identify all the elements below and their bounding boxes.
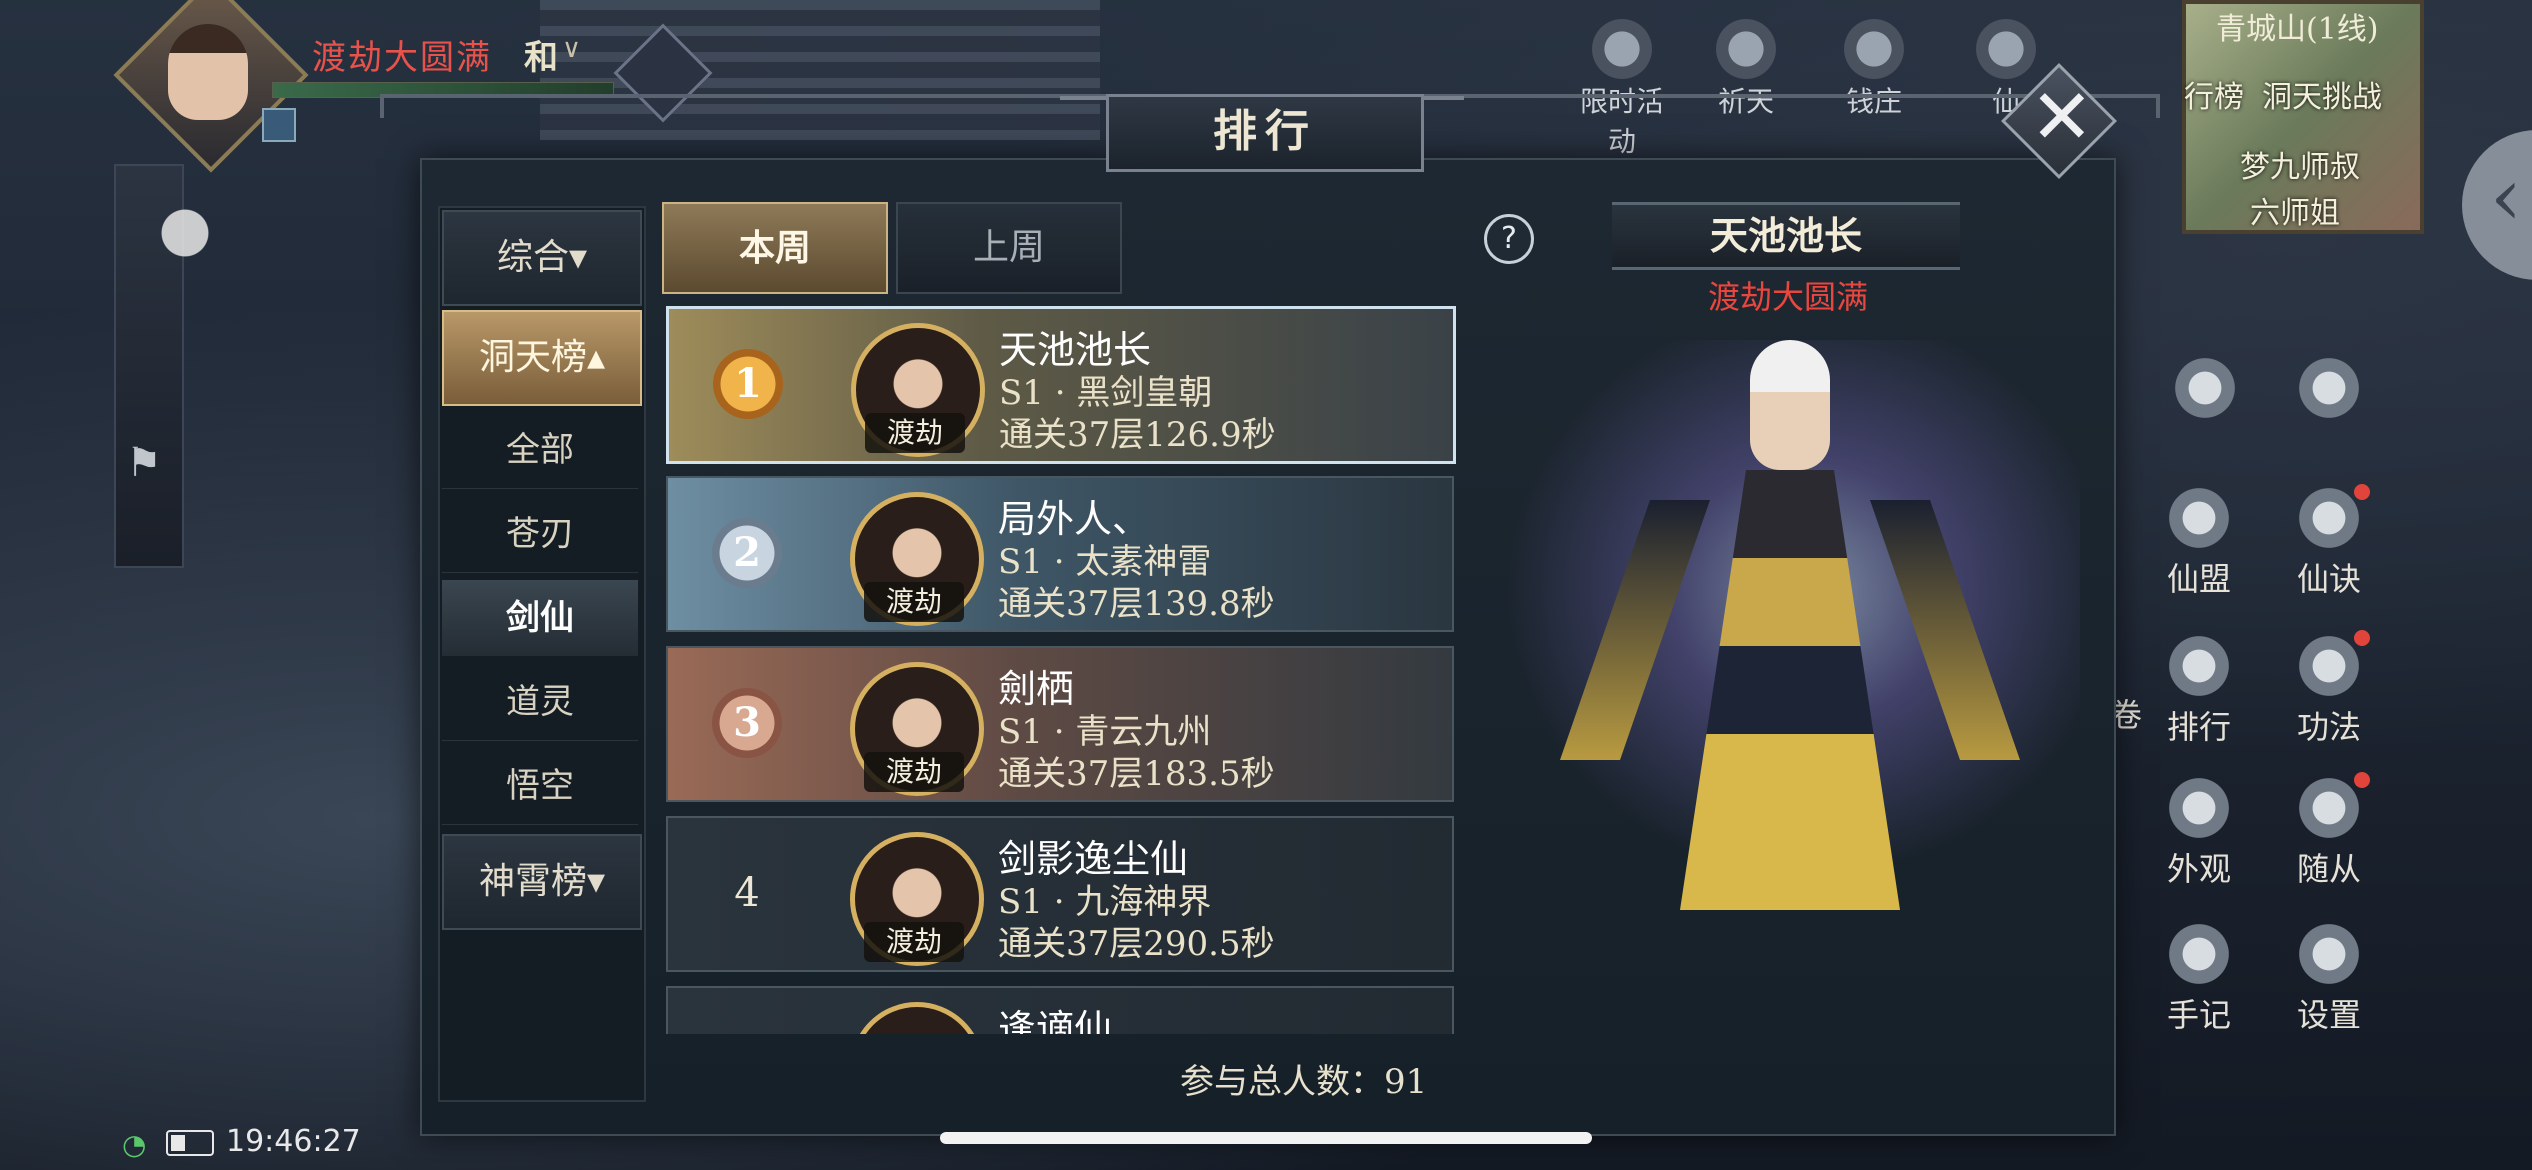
buff-icon[interactable] <box>262 108 296 142</box>
sub-category-wukong[interactable]: 悟空 <box>442 748 638 825</box>
minimap-label[interactable]: 行榜 <box>2184 72 2244 116</box>
chevron-left-icon[interactable]: ‹ <box>2490 150 2522 243</box>
realm-tag: 渡劫 <box>864 922 964 962</box>
player-score: 通关37层126.9秒 <box>999 415 1276 455</box>
pk-mode-dropdown-icon[interactable]: ∨ <box>562 34 581 64</box>
home-indicator[interactable] <box>940 1132 1592 1144</box>
pk-mode[interactable]: 和 <box>524 30 558 79</box>
cultivate-icon <box>2291 350 2367 426</box>
sub-category-jianxian[interactable]: 剑仙 <box>442 580 638 656</box>
journal-icon <box>2161 916 2237 992</box>
player-score: 通关37层139.8秒 <box>998 584 1275 624</box>
ranking-list[interactable]: 1 渡劫 天池池长 S1 · 黑剑皇朝 通关37层126.9秒 2 渡劫 局外人… <box>662 306 1460 1034</box>
participant-count-label: 参与总人数： <box>1180 1062 1384 1102</box>
guild-icon <box>2161 480 2237 556</box>
chevron-up-icon: ▴ <box>586 337 606 378</box>
limited-event-icon <box>1587 14 1657 84</box>
minimap-title[interactable]: 青城山(1线) <box>2216 4 2379 48</box>
flag-icon[interactable]: ⚑ <box>126 440 162 486</box>
minimap-label[interactable]: 洞天挑战 <box>2262 72 2382 116</box>
player-portrait[interactable] <box>850 1002 984 1034</box>
character-head <box>1750 340 1830 470</box>
technique-button[interactable]: 功法 <box>2274 628 2384 748</box>
journal-button[interactable]: 手记 <box>2144 916 2254 1036</box>
category-dongtian-button[interactable]: 洞天榜▴ <box>442 310 642 406</box>
close-icon[interactable]: ✕ <box>2030 72 2094 161</box>
realm-tag: 渡劫 <box>864 752 964 792</box>
chevron-down-icon: ▾ <box>586 861 606 902</box>
player-score: 通关37层183.5秒 <box>998 754 1275 794</box>
ranking-label: 排行 <box>2166 708 2231 746</box>
minimap-label[interactable]: 梦九师叔 <box>2240 142 2360 186</box>
battery-icon <box>166 1130 214 1156</box>
category-dongtian-label: 洞天榜 <box>478 337 587 378</box>
ranking-button[interactable]: 排行 <box>2144 628 2254 748</box>
skill-formula-button[interactable]: 仙诀 <box>2274 480 2384 600</box>
participant-count: 参与总人数：91 <box>1180 1054 1427 1103</box>
bag-button[interactable] <box>2150 350 2260 426</box>
pray-icon <box>1711 14 1781 84</box>
sub-category-daoling[interactable]: 道灵 <box>442 664 638 741</box>
category-general-label: 综合 <box>496 237 569 278</box>
sub-category-cangren[interactable]: 苍刃 <box>442 496 638 573</box>
category-shenxiao-button[interactable]: 神霄榜▾ <box>442 834 642 930</box>
ranking-row[interactable]: 1 渡劫 天池池长 S1 · 黑剑皇朝 通关37层126.9秒 <box>666 306 1456 464</box>
player-score: 通关37层290.5秒 <box>998 924 1275 964</box>
ranking-row[interactable]: 2 渡劫 局外人、 S1 · 太素神雷 通关37层139.8秒 <box>666 476 1454 632</box>
follower-button[interactable]: 随从 <box>2274 770 2384 890</box>
realm-tag: 渡劫 <box>864 582 964 622</box>
ranking-row[interactable]: 逢谪仙 <box>666 986 1454 1034</box>
ranking-row[interactable]: 3 渡劫 劍栖 S1 · 青云九州 通关37层183.5秒 <box>666 646 1454 802</box>
notification-dot <box>2354 484 2370 500</box>
category-shenxiao-label: 神霄榜 <box>478 861 587 902</box>
tab-last-week[interactable]: 上周 <box>896 202 1122 294</box>
bag-icon <box>2167 350 2243 426</box>
minimap-label[interactable]: 六师姐 <box>2250 188 2340 232</box>
panel-title: 排行 <box>1106 94 1424 172</box>
rank-2-medal-icon: 2 <box>712 518 782 588</box>
participant-count-value: 91 <box>1384 1062 1428 1102</box>
category-general-button[interactable]: 综合▾ <box>442 210 642 306</box>
appearance-label: 外观 <box>2166 850 2231 888</box>
notification-dot <box>2354 772 2370 788</box>
settings-label: 设置 <box>2296 996 2361 1034</box>
tab-this-week[interactable]: 本周 <box>662 202 888 294</box>
player-realm: 渡劫大圆满 <box>312 38 492 78</box>
settings-button[interactable]: 设置 <box>2274 916 2384 1036</box>
appearance-button[interactable]: 外观 <box>2144 770 2254 890</box>
rank-1-medal-icon: 1 <box>713 349 783 419</box>
skill-formula-label: 仙诀 <box>2296 560 2361 598</box>
sub-category-all[interactable]: 全部 <box>442 412 638 489</box>
notification-dot <box>2354 630 2370 646</box>
wifi-icon: ◔ <box>122 1128 147 1161</box>
cultivate-button[interactable] <box>2274 350 2384 426</box>
player-name: 逢谪仙 <box>998 1007 1113 1034</box>
help-button[interactable]: ? <box>1484 214 1534 264</box>
gear-icon <box>2291 916 2367 992</box>
clock: 19:46:27 <box>226 1124 361 1159</box>
ranking-row[interactable]: 4 渡劫 剑影逸尘仙 S1 · 九海神界 通关37层290.5秒 <box>666 816 1454 972</box>
player-avatar[interactable] <box>168 24 248 120</box>
rank-3-medal-icon: 3 <box>712 688 782 758</box>
appearance-icon <box>2161 770 2237 846</box>
chat-icon[interactable] <box>120 168 250 298</box>
limited-event-label: 限时活动 <box>1579 85 1664 158</box>
bank-icon <box>1839 14 1909 84</box>
rank-number: 4 <box>734 870 760 916</box>
character-model[interactable] <box>1440 300 2112 940</box>
ranking-icon <box>2161 628 2237 704</box>
chevron-down-icon: ▾ <box>568 237 588 278</box>
realm-tag: 渡劫 <box>865 413 965 453</box>
follower-label: 随从 <box>2296 850 2361 888</box>
selected-player-name: 天池池长 <box>1612 202 1960 270</box>
technique-label: 功法 <box>2296 708 2361 746</box>
limited-event-button[interactable]: 限时活动 <box>1572 14 1672 160</box>
guild-label: 仙盟 <box>2166 560 2231 598</box>
journal-label: 手记 <box>2166 996 2231 1034</box>
guild-button[interactable]: 仙盟 <box>2144 480 2254 600</box>
